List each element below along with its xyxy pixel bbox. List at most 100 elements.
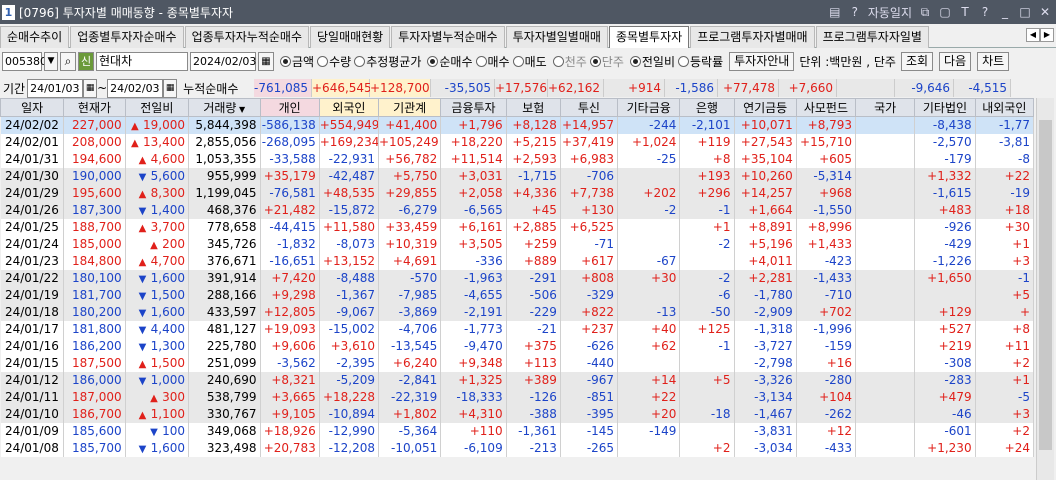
table-cell: -8 — [975, 150, 1035, 168]
radio-option[interactable]: 매수 — [475, 53, 510, 70]
table-row[interactable]: 24/01/24 185,000 ▲ 200 345,726 -1,832 -8,073 +1… — [0, 235, 1035, 253]
col-header[interactable]: 현재가 — [63, 98, 126, 117]
col-header[interactable]: 국가 — [855, 98, 916, 117]
radio-option[interactable]: 수량 — [317, 53, 351, 70]
memo-icon[interactable]: ▤ — [828, 5, 842, 19]
radio-option[interactable]: 전일비 — [629, 53, 675, 70]
tab-next-icon[interactable]: ▶ — [1040, 28, 1054, 42]
radio-option[interactable]: 추정평균가 — [354, 53, 421, 70]
tab-2[interactable]: 업종투자자누적순매수 — [184, 26, 309, 48]
help-icon[interactable]: ? — [978, 5, 992, 19]
col-header[interactable]: 일자 — [0, 98, 65, 117]
col-header[interactable]: 기관계 — [377, 98, 442, 117]
tab-0[interactable]: 순매수추이 — [0, 26, 70, 48]
calendar-icon[interactable]: ▦ — [258, 51, 274, 71]
col-header[interactable]: 외국인 — [318, 98, 380, 117]
radio-option[interactable]: 매도 — [512, 53, 547, 70]
table-row[interactable]: 24/02/01 208,000 ▲ 13,400 2,855,056 -268,095 +… — [0, 133, 1035, 151]
table-row[interactable]: 24/01/31 194,600 ▲ 4,600 1,053,355 -33,588 -22… — [0, 150, 1035, 168]
radio-option[interactable]: 천주 — [552, 53, 587, 70]
tab-1[interactable]: 업종별투자자순매수 — [70, 26, 184, 48]
table-row[interactable]: 24/01/16 186,200 ▼ 1,300 225,780 +9,606 +3,610… — [0, 337, 1035, 355]
radio-dot-icon — [280, 55, 291, 67]
table-row[interactable]: 24/01/26 187,300 ▼ 1,400 468,376 +21,482 -15,8… — [0, 201, 1035, 219]
scroll-thumb[interactable] — [1039, 120, 1052, 450]
table-row[interactable]: 24/01/17 181,800 ▼ 4,400 481,127 +19,093 -15,0… — [0, 320, 1035, 338]
col-header[interactable]: 금융투자 — [440, 98, 507, 117]
table-row[interactable]: 24/01/30 190,000 ▼ 5,600 955,999 +35,179 -42,4… — [0, 167, 1035, 185]
table-cell: 24/01/19 — [0, 286, 65, 304]
table-cell: -2,395 — [319, 354, 380, 372]
sort-down-icon[interactable]: ▼ — [236, 105, 245, 114]
table-row[interactable]: 24/01/22 180,100 ▼ 1,600 391,914 +7,420 -8,488… — [0, 269, 1035, 287]
period-to-input[interactable]: 24/02/03 — [107, 78, 164, 98]
tab-6[interactable]: 종목별투자자 — [608, 26, 690, 48]
unit-label: 단위 :백만원 , 단주 — [799, 54, 896, 69]
table-row[interactable]: 24/01/18 180,200 ▼ 1,600 433,597 +12,805 -9,06… — [0, 303, 1035, 321]
table-cell: 185,700 — [63, 439, 126, 457]
table-row[interactable]: 24/01/09 185,600 ▼ 100 349,068 +18,926 -12,990… — [0, 422, 1035, 440]
auto-save-label[interactable]: 자동일지 — [868, 4, 912, 21]
table-row[interactable]: 24/01/19 181,700 ▼ 1,500 288,166 +9,298 -1,367… — [0, 286, 1035, 304]
from-calendar-icon[interactable]: ▦ — [83, 78, 98, 98]
tab-4[interactable]: 투자자별누적순매수 — [391, 26, 505, 48]
col-header[interactable]: 기타법인 — [914, 98, 976, 117]
table-cell: +3 — [975, 405, 1035, 423]
table-row[interactable]: 24/02/02 227,000 ▲ 19,000 5,844,398 -586,138 +… — [0, 116, 1035, 134]
tab-3[interactable]: 당일매매현황 — [309, 26, 391, 48]
minimize-icon[interactable]: _ — [998, 5, 1012, 19]
table-row[interactable]: 24/01/25 188,700 ▲ 3,700 778,658 -44,415 +11,5… — [0, 218, 1035, 236]
vertical-scrollbar[interactable] — [1036, 98, 1054, 480]
chart-button[interactable]: 차트 — [977, 51, 1010, 71]
table-cell: +3,610 — [319, 337, 380, 355]
radio-option[interactable]: 등락률 — [678, 53, 723, 70]
table-row[interactable]: 24/01/29 195,600 ▲ 8,300 1,199,045 -76,581 +48… — [0, 184, 1035, 202]
stock-code-input[interactable]: 005380 — [2, 51, 47, 71]
to-calendar-icon[interactable]: ▦ — [163, 78, 178, 98]
period-from-input[interactable]: 24/01/03 — [27, 78, 84, 98]
table-cell: +7,420 — [260, 269, 320, 287]
col-header[interactable]: 전일비 — [124, 98, 189, 117]
table-row[interactable]: 24/01/08 185,700 ▼ 1,600 323,498 +20,783 -12,2… — [0, 439, 1035, 457]
tab-prev-icon[interactable]: ◀ — [1026, 28, 1040, 42]
radio-option[interactable]: 금액 — [280, 53, 314, 70]
maximize-icon[interactable]: □ — [1018, 5, 1032, 19]
table-row[interactable]: 24/01/23 184,800 ▲ 4,700 376,671 -16,651 +13,1… — [0, 252, 1035, 270]
col-header[interactable]: 내외국인 — [974, 98, 1035, 117]
table-row[interactable]: 24/01/10 186,700 ▲ 1,100 330,767 +9,105 -10,89… — [0, 405, 1035, 423]
link-icon[interactable]: ⧉ — [918, 5, 932, 20]
col-header[interactable]: 은행 — [679, 98, 735, 117]
search-icon[interactable]: ⌕ — [60, 51, 76, 71]
col-header[interactable]: 기타금융 — [617, 98, 681, 117]
window-icon[interactable]: ▢ — [938, 5, 952, 19]
col-header[interactable]: 사모펀드 — [795, 98, 857, 117]
search-button[interactable]: 조회 — [900, 51, 934, 71]
font-icon[interactable]: T — [958, 5, 972, 19]
radio-option[interactable]: 단주 — [589, 53, 624, 70]
next-button[interactable]: 다음 — [939, 51, 972, 71]
table-row[interactable]: 24/01/15 187,500 ▲ 1,500 251,099 -3,562 -2,395… — [0, 354, 1035, 372]
table-row[interactable]: 24/01/12 186,000 ▼ 1,000 240,690 +8,321 -5,209… — [0, 371, 1035, 389]
table-cell: +4,310 — [440, 405, 507, 423]
tab-8[interactable]: 프로그램투자자일별 — [815, 26, 929, 48]
table-row[interactable]: 24/01/11 187,000 ▲ 300 538,799 +3,665 +18,228-… — [0, 388, 1035, 406]
col-header[interactable]: 투신 — [559, 98, 619, 117]
radio-label: 순매수 — [439, 54, 473, 69]
col-header[interactable]: 연기금등 — [733, 98, 797, 117]
tab-7[interactable]: 프로그램투자자별매매 — [690, 26, 815, 48]
table-cell — [855, 371, 916, 389]
table-cell: -283 — [914, 371, 976, 389]
col-header[interactable]: 보험 — [505, 98, 561, 117]
investor-info-button[interactable]: 투자자안내 — [729, 51, 795, 71]
investor-grid[interactable]: 일자 현재가 전일비 거래량 ▼ 개인 외국인 기관계 금융투자 보험 투신 기타금융 은행 연기금등 사… — [0, 98, 1036, 457]
up-arrow-icon: ▲ — [138, 410, 147, 421]
date-input[interactable]: 2024/02/03 — [190, 51, 256, 71]
table-cell: 481,127 — [188, 320, 261, 338]
code-dropdown-icon[interactable]: ▼ — [44, 51, 58, 71]
tab-5[interactable]: 투자자별일별매매 — [505, 26, 608, 48]
hint-icon[interactable]: ? — [848, 5, 862, 19]
close-icon[interactable]: ✕ — [1038, 5, 1052, 19]
radio-option[interactable]: 순매수 — [427, 53, 473, 70]
col-header[interactable]: 거래량 ▼ — [187, 98, 261, 117]
col-header[interactable]: 개인 — [259, 98, 320, 117]
